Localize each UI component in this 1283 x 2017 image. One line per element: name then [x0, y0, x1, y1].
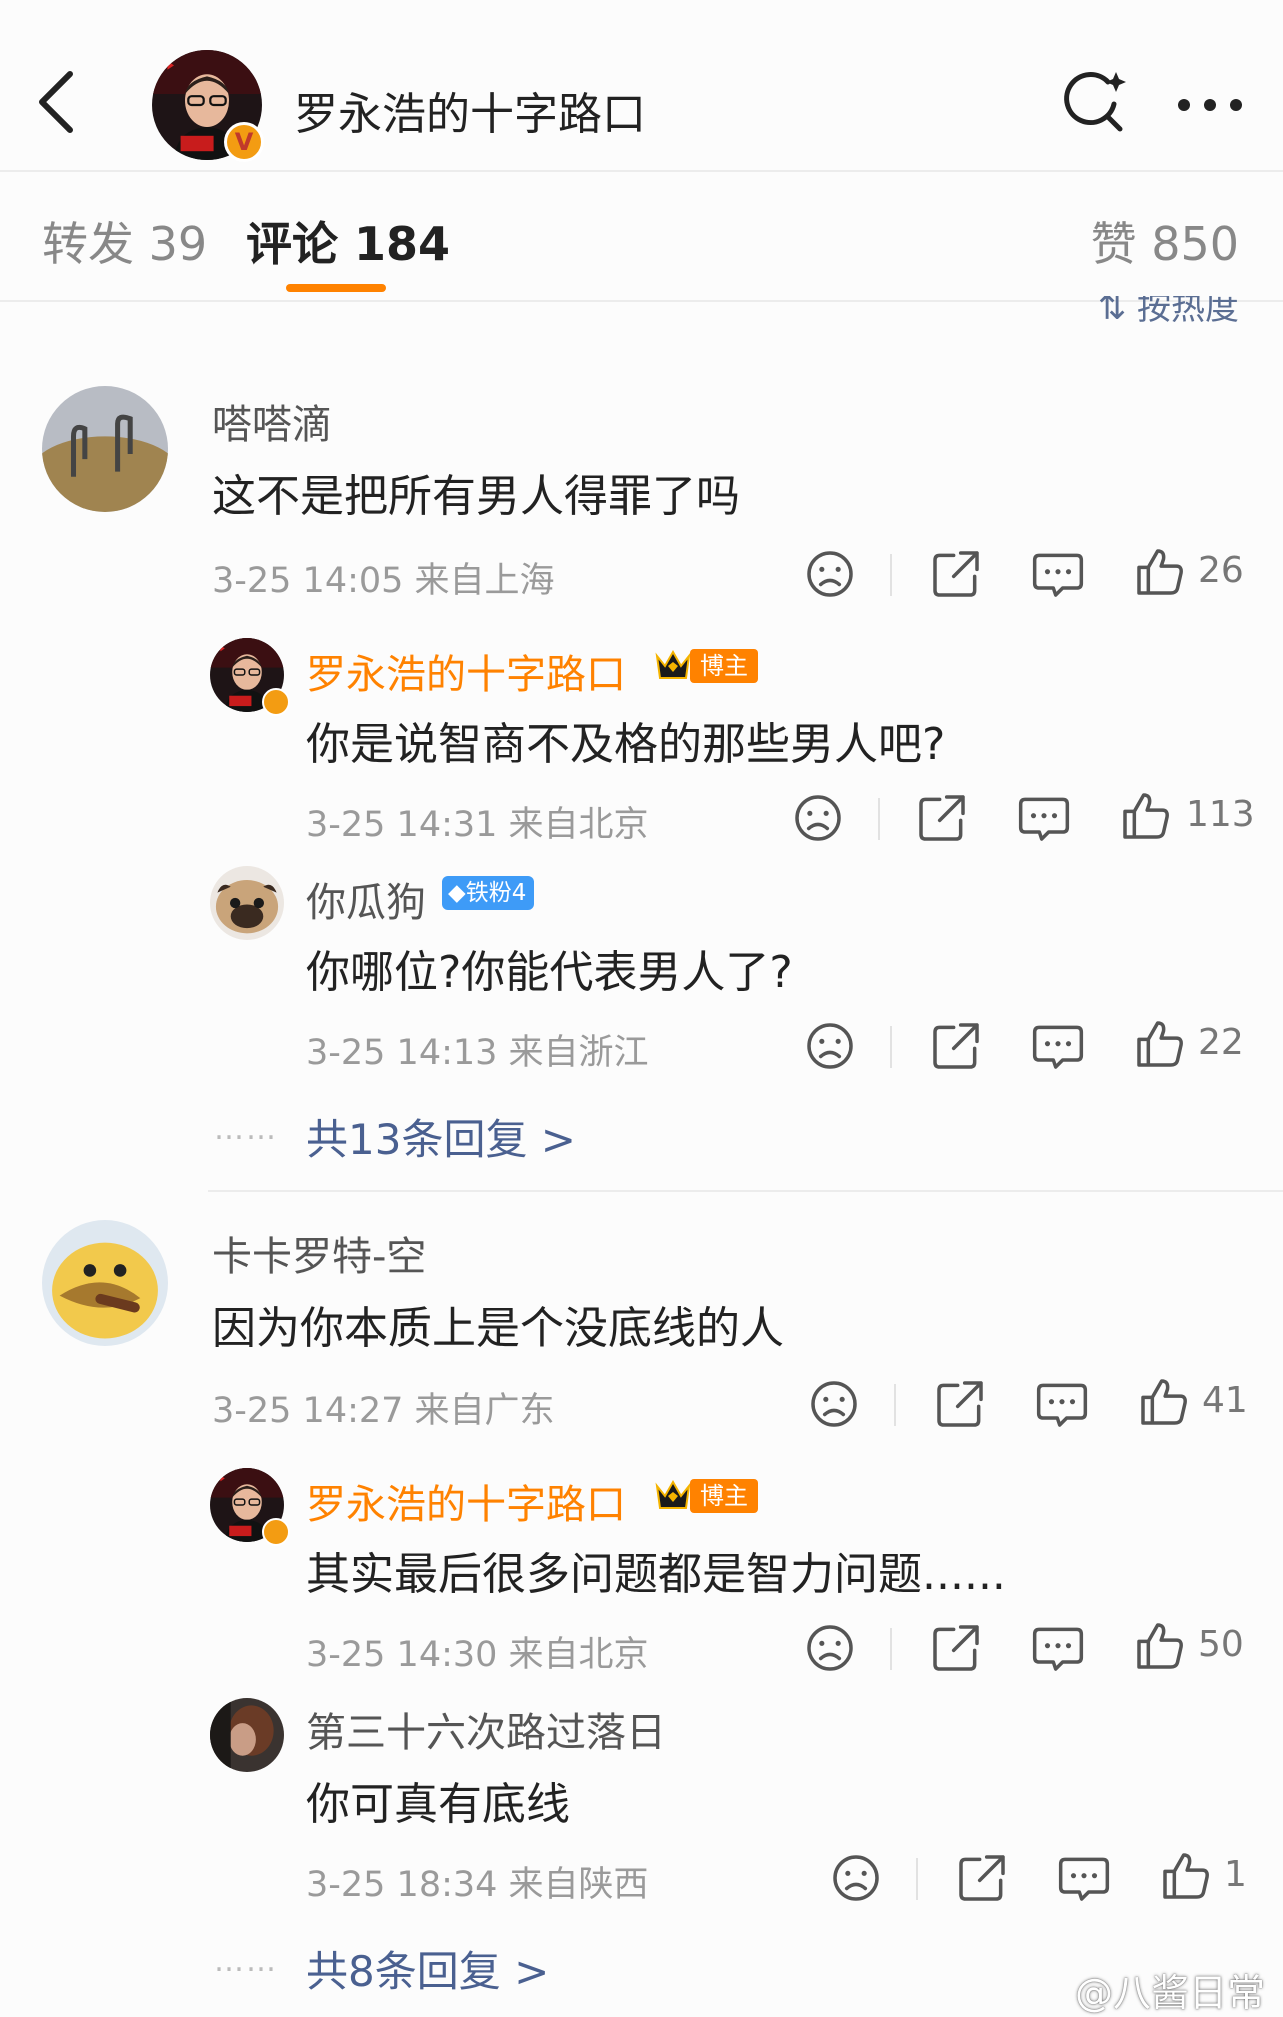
watermark: @八酱日常 [1074, 1971, 1265, 2015]
comment-icon[interactable] [1016, 790, 1072, 846]
action-separator [890, 554, 892, 596]
reply-avatar[interactable] [210, 1698, 284, 1772]
like-count: 1 [1224, 1854, 1247, 1895]
active-tab-indicator [286, 284, 386, 292]
comment-text: 因为你本质上是个没底线的人 [212, 1303, 784, 1354]
sort-by-hot-button[interactable]: ⇅ 按热度 [1098, 296, 1239, 326]
reply-avatar[interactable] [210, 866, 284, 940]
blogger-badge-label: 博主 [690, 649, 758, 683]
share-icon[interactable] [928, 546, 984, 602]
blogger-badge: 博主 [652, 1476, 758, 1516]
reply-meta: 3-25 14:31 来自北京 [306, 805, 649, 845]
verified-v-badge-icon [262, 688, 290, 716]
tab-repost[interactable]: 转发 39 [42, 208, 207, 274]
reply-text: 其实最后很多问题都是智力问题...... [306, 1549, 1006, 1600]
comment-avatar[interactable] [42, 386, 168, 512]
back-arrow-icon[interactable] [28, 66, 84, 138]
tab-bar: 转发 39 评论 184 赞 850 [0, 172, 1283, 302]
comment-meta: 3-25 14:05 来自上海 [212, 561, 555, 601]
sad-face-icon[interactable] [802, 1620, 858, 1676]
more-replies-dots: …… [214, 1944, 278, 1979]
tab-comment[interactable]: 评论 184 [246, 208, 450, 274]
more-dots-icon[interactable] [1170, 80, 1250, 130]
diamond-icon: ◆ [448, 880, 466, 906]
verified-v-badge-icon [262, 1518, 290, 1546]
comment-icon[interactable] [1030, 546, 1086, 602]
more-replies-link[interactable]: 共8条回复 > [306, 1938, 549, 1999]
share-icon[interactable] [932, 1376, 988, 1432]
comment-icon[interactable] [1030, 1018, 1086, 1074]
comment-divider [208, 1190, 1283, 1192]
reply-username[interactable]: 罗永浩的十字路口 [306, 1472, 626, 1530]
like-count: 26 [1198, 550, 1244, 591]
comment-icon[interactable] [1056, 1850, 1112, 1906]
sad-face-icon[interactable] [790, 790, 846, 846]
sad-face-icon[interactable] [806, 1376, 862, 1432]
reply-text: 你哪位?你能代表男人了? [306, 947, 793, 998]
comment-icon[interactable] [1034, 1376, 1090, 1432]
reply-meta: 3-25 14:30 来自北京 [306, 1635, 649, 1675]
comment-avatar[interactable] [42, 1220, 168, 1346]
action-separator [890, 1026, 892, 1068]
sort-icon: ⇅ [1097, 296, 1137, 326]
thumbs-up-icon[interactable] [1136, 1374, 1192, 1430]
sad-face-icon[interactable] [802, 546, 858, 602]
sad-face-icon[interactable] [802, 1018, 858, 1074]
crown-icon [652, 1476, 694, 1516]
action-separator [890, 1628, 892, 1670]
crown-icon [652, 646, 694, 686]
fan-badge: ◆铁粉4 [442, 876, 535, 910]
like-count: 113 [1186, 794, 1255, 835]
share-icon[interactable] [954, 1850, 1010, 1906]
top-bar: V 罗永浩的十字路口 [0, 0, 1283, 172]
thumbs-up-icon[interactable] [1132, 544, 1188, 600]
reply-meta: 3-25 14:13 来自浙江 [306, 1033, 649, 1073]
account-title[interactable]: 罗永浩的十字路口 [294, 78, 646, 142]
comment-username[interactable]: 卡卡罗特-空 [212, 1224, 426, 1282]
search-sparkle-icon[interactable] [1060, 68, 1130, 138]
reply-meta: 3-25 18:34 来自陕西 [306, 1865, 649, 1905]
reply-text: 你可真有底线 [306, 1779, 570, 1830]
comment-icon[interactable] [1030, 1620, 1086, 1676]
reply-username[interactable]: 你瓜狗 [306, 870, 426, 928]
action-separator [916, 1858, 918, 1900]
blogger-badge-label: 博主 [690, 1479, 758, 1513]
comment-text: 这不是把所有男人得罪了吗 [212, 471, 740, 522]
thumbs-up-icon[interactable] [1158, 1848, 1214, 1904]
like-count: 41 [1202, 1380, 1248, 1421]
thumbs-up-icon[interactable] [1132, 1618, 1188, 1674]
reply-username[interactable]: 第三十六次路过落日 [306, 1700, 666, 1758]
more-replies-link[interactable]: 共13条回复 > [306, 1106, 576, 1167]
verified-v-badge-icon: V [224, 122, 264, 162]
like-count: 22 [1198, 1022, 1244, 1063]
action-separator [894, 1384, 896, 1426]
sad-face-icon[interactable] [828, 1850, 884, 1906]
share-icon[interactable] [928, 1018, 984, 1074]
more-replies-dots: …… [214, 1112, 278, 1147]
like-count: 50 [1198, 1624, 1244, 1665]
comment-username[interactable]: 嗒嗒滴 [212, 392, 332, 450]
tab-like[interactable]: 赞 850 [1091, 208, 1239, 274]
action-separator [878, 798, 880, 840]
reply-text: 你是说智商不及格的那些男人吧? [306, 719, 946, 770]
blogger-badge: 博主 [652, 646, 758, 686]
share-icon[interactable] [914, 790, 970, 846]
thumbs-up-icon[interactable] [1132, 1016, 1188, 1072]
sort-label: 按热度 [1137, 296, 1239, 326]
reply-username[interactable]: 罗永浩的十字路口 [306, 642, 626, 700]
comment-meta: 3-25 14:27 来自广东 [212, 1391, 555, 1431]
fan-badge-label: 铁粉4 [465, 880, 527, 906]
thumbs-up-icon[interactable] [1118, 788, 1174, 844]
share-icon[interactable] [928, 1620, 984, 1676]
